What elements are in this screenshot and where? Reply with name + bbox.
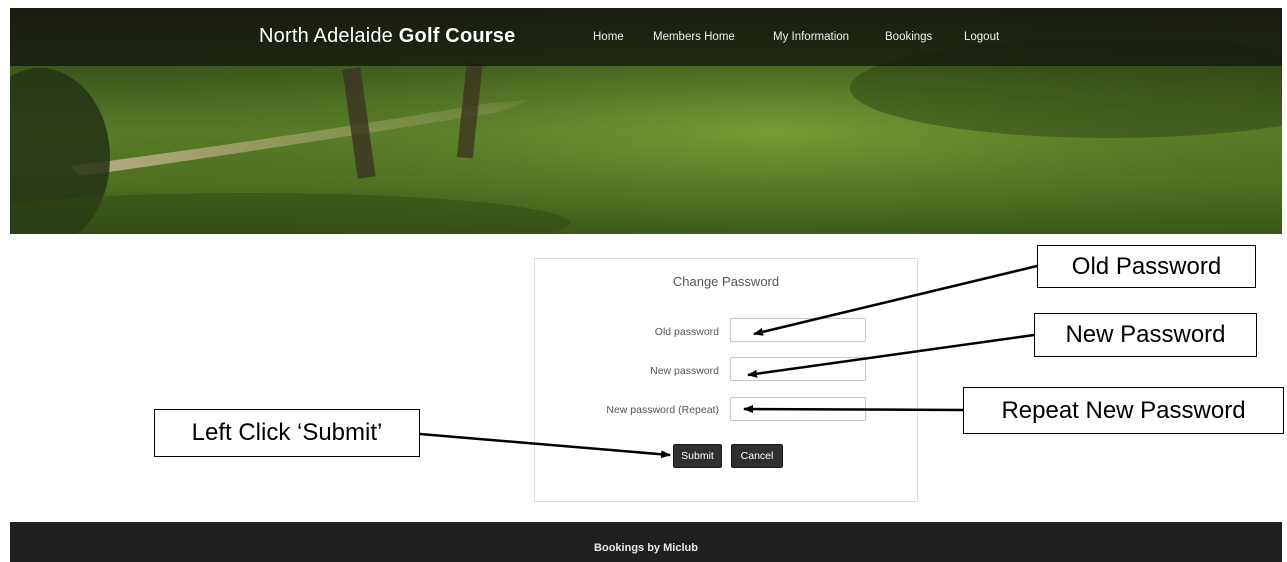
top-navigation-bar: [10, 8, 1282, 66]
footer-credit: Bookings by Miclub: [594, 542, 698, 554]
callout-repeat-new-password: Repeat New Password: [963, 387, 1284, 434]
repeat-password-input[interactable]: [730, 397, 866, 421]
old-password-input[interactable]: [730, 318, 866, 342]
new-password-input[interactable]: [730, 357, 866, 381]
cancel-button[interactable]: Cancel: [731, 444, 783, 468]
new-password-label: New password: [650, 365, 719, 377]
callout-new-password: New Password: [1034, 313, 1257, 357]
callout-left-click-submit: Left Click ‘Submit’: [154, 409, 420, 457]
nav-home[interactable]: Home: [593, 31, 624, 43]
nav-logout[interactable]: Logout: [964, 31, 999, 43]
panel-title: Change Password: [672, 274, 780, 289]
page-footer: Bookings by Miclub: [10, 522, 1282, 562]
submit-button[interactable]: Submit: [673, 444, 722, 468]
brand-prefix: North Adelaide: [259, 25, 399, 47]
site-brand-logo[interactable]: North Adelaide Golf Course: [259, 25, 515, 48]
nav-members-home[interactable]: Members Home: [653, 31, 735, 43]
brand-bold: Golf Course: [398, 25, 516, 47]
repeat-password-label: New password (Repeat): [606, 404, 719, 416]
nav-bookings[interactable]: Bookings: [885, 31, 932, 43]
callout-old-password: Old Password: [1037, 245, 1256, 288]
old-password-label: Old password: [654, 326, 719, 338]
change-password-panel: Change Password Old password New passwor…: [534, 258, 918, 502]
nav-my-information[interactable]: My Information: [773, 31, 849, 43]
